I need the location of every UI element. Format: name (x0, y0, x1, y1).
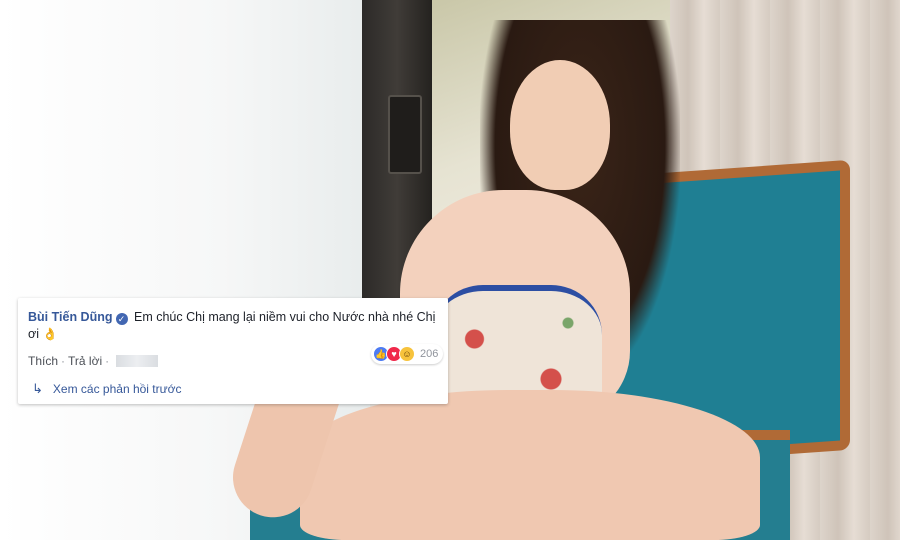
comment-body: Bùi Tiến Dũng ✓ Em chúc Chị mang lại niềm… (28, 309, 448, 343)
view-previous-replies-link[interactable]: ↳ Xem các phản hồi trước (32, 381, 182, 397)
ok-hand-emoji: 👌 (42, 327, 58, 341)
action-separator: · (61, 354, 66, 368)
comment-card: Bùi Tiến Dũng ✓ Em chúc Chị mang lại niềm… (18, 298, 448, 404)
verified-badge-icon: ✓ (115, 313, 128, 325)
blurred-timestamp (116, 355, 159, 367)
reaction-count: 206 (420, 348, 439, 360)
person-legs (300, 390, 760, 540)
view-replies-label: Xem các phản hồi trước (52, 382, 182, 396)
comment-author-link[interactable]: Bùi Tiến Dũng (28, 310, 113, 324)
reactions-summary[interactable]: 👍 ♥ ☺ 206 (371, 344, 444, 364)
haha-reaction-icon: ☺ (399, 346, 415, 362)
like-link[interactable]: Thích (28, 354, 58, 368)
window-latch (388, 95, 422, 174)
reply-arrow-icon: ↳ (32, 381, 43, 396)
action-separator: · (105, 354, 110, 368)
background-photo (0, 0, 900, 540)
comment-actions: Thích · Trả lời · (28, 354, 159, 368)
reply-link[interactable]: Trả lời (68, 354, 102, 368)
person-face (510, 60, 610, 190)
